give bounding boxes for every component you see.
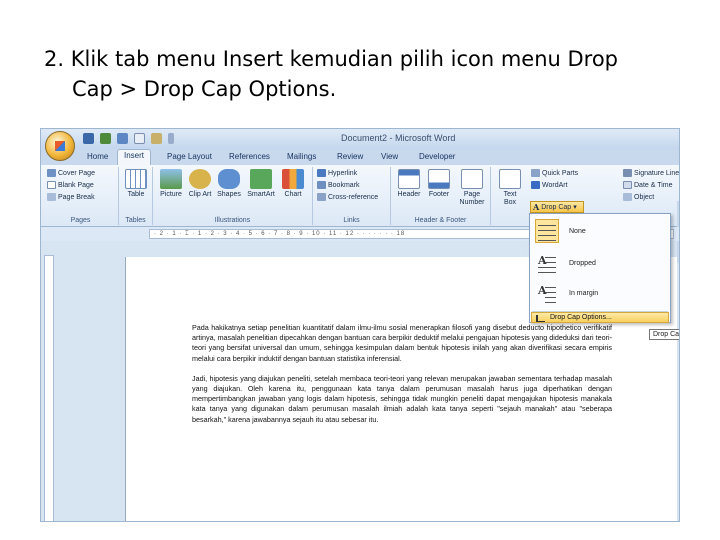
cross-reference-button[interactable]: Cross-reference	[317, 193, 378, 201]
blank-page-icon	[47, 181, 56, 189]
undo-icon[interactable]	[100, 133, 111, 144]
chart-button[interactable]: Chart	[279, 169, 307, 199]
drop-cap-menu: None A Dropped A In margin Drop Cap Opti…	[529, 213, 671, 323]
title-bar: Document2 - Microsoft Word	[41, 129, 679, 149]
cover-page-button[interactable]: Cover Page	[47, 169, 95, 177]
page-number-icon	[461, 169, 483, 189]
group-label-header-footer: Header & Footer	[414, 217, 467, 224]
slide-title-line1: 2. Klik tab menu Insert kemudian pilih i…	[44, 47, 619, 71]
vertical-ruler[interactable]	[44, 255, 54, 521]
calendar-icon	[623, 181, 632, 189]
header-button[interactable]: Header	[395, 169, 423, 199]
drop-cap-icon: A	[533, 202, 540, 212]
document-body[interactable]: Pada hakikatnya setiap penelitian kuanti…	[192, 323, 612, 435]
bookmark-icon	[317, 181, 326, 189]
footer-icon	[428, 169, 450, 189]
tab-mailings[interactable]: Mailings	[281, 151, 322, 162]
quick-parts-icon	[531, 169, 540, 177]
group-label-links: Links	[343, 217, 360, 224]
drop-cap-in-margin-item[interactable]: A In margin	[531, 278, 669, 310]
text-box-icon	[499, 169, 521, 189]
quick-access-toolbar	[83, 133, 174, 144]
tab-references[interactable]: References	[223, 151, 276, 162]
new-doc-icon[interactable]	[134, 133, 145, 144]
save-icon[interactable]	[83, 133, 94, 144]
customize-qat-icon[interactable]	[168, 133, 174, 144]
group-tables: Table Tables	[119, 167, 153, 225]
drop-cap-dropped-icon: A	[535, 251, 559, 275]
blank-page-button[interactable]: Blank Page	[47, 181, 94, 189]
wordart-button[interactable]: WordArt	[531, 181, 568, 189]
hyperlink-button[interactable]: Hyperlink	[317, 169, 357, 177]
shapes-icon	[218, 169, 240, 189]
group-pages: Cover Page Blank Page Page Break Pages	[43, 167, 119, 225]
cover-page-icon	[47, 169, 56, 177]
page-number-button[interactable]: Page Number	[455, 169, 489, 207]
page-break-button[interactable]: Page Break	[47, 193, 95, 201]
tab-developer[interactable]: Developer	[413, 151, 461, 162]
drop-cap-options-tooltip: Drop Cap Options	[649, 329, 679, 340]
table-button[interactable]: Table	[123, 169, 149, 199]
group-illustrations: Picture Clip Art Shapes SmartArt Chart I…	[153, 167, 313, 225]
chevron-down-icon: ▾	[573, 204, 577, 211]
drop-cap-none-item[interactable]: None	[531, 216, 669, 248]
chart-icon	[282, 169, 304, 189]
tab-insert[interactable]: Insert	[117, 149, 152, 166]
object-icon	[623, 193, 632, 201]
slide-title-line2: Cap > Drop Cap Options.	[72, 77, 337, 101]
tab-home[interactable]: Home	[81, 151, 114, 162]
drop-cap-in-margin-icon: A	[535, 281, 559, 305]
tab-view[interactable]: View	[375, 151, 404, 162]
smartart-icon	[250, 169, 272, 189]
drop-cap-options-item[interactable]: Drop Cap Options...	[531, 312, 669, 323]
group-label-tables: Tables	[125, 217, 146, 224]
group-links: Hyperlink Bookmark Cross-reference Links	[313, 167, 391, 225]
window-title: Document2 - Microsoft Word	[341, 133, 456, 143]
word-screenshot: Document2 - Microsoft Word Home Insert P…	[40, 128, 680, 522]
signature-line-button[interactable]: Signature Line	[623, 169, 679, 177]
text-box-button[interactable]: Text Box	[497, 169, 523, 207]
smartart-button[interactable]: SmartArt	[245, 169, 277, 199]
redo-icon[interactable]	[117, 133, 128, 144]
bookmark-button[interactable]: Bookmark	[317, 181, 360, 189]
object-button[interactable]: Object	[623, 193, 654, 201]
signature-icon	[623, 169, 632, 177]
print-preview-icon[interactable]	[151, 133, 162, 144]
slide-title: 2. Klik tab menu Insert kemudian pilih i…	[44, 44, 694, 104]
page-break-icon	[47, 193, 56, 201]
group-label-pages: Pages	[70, 217, 91, 224]
picture-button[interactable]: Picture	[157, 169, 185, 199]
drop-cap-dropped-item[interactable]: A Dropped	[531, 248, 669, 280]
clip-art-button[interactable]: Clip Art	[187, 169, 213, 199]
quick-parts-button[interactable]: Quick Parts	[531, 169, 578, 177]
ribbon-tabs: Home Insert Page Layout References Maili…	[41, 149, 679, 166]
document-paragraph-1[interactable]: Pada hakikatnya setiap penelitian kuanti…	[192, 323, 612, 364]
document-paragraph-2[interactable]: Jadi, hipotesis yang diajukan peneliti, …	[192, 374, 612, 425]
group-header-footer: Header Footer Page Number Header & Foote…	[391, 167, 491, 225]
drop-cap-button[interactable]: A Drop Cap ▾	[530, 201, 584, 213]
group-label-illustrations: Illustrations	[214, 217, 251, 224]
office-button[interactable]	[45, 131, 75, 161]
footer-button[interactable]: Footer	[425, 169, 453, 199]
header-icon	[398, 169, 420, 189]
tab-review[interactable]: Review	[331, 151, 369, 162]
tab-page-layout[interactable]: Page Layout	[161, 151, 218, 162]
shapes-button[interactable]: Shapes	[215, 169, 243, 199]
table-icon	[125, 169, 147, 189]
drop-cap-none-icon	[535, 219, 559, 243]
date-time-button[interactable]: Date & Time	[623, 181, 673, 189]
clip-art-icon	[189, 169, 211, 189]
cross-reference-icon	[317, 193, 326, 201]
hyperlink-icon	[317, 169, 326, 177]
wordart-icon	[531, 181, 540, 189]
picture-icon	[160, 169, 182, 189]
